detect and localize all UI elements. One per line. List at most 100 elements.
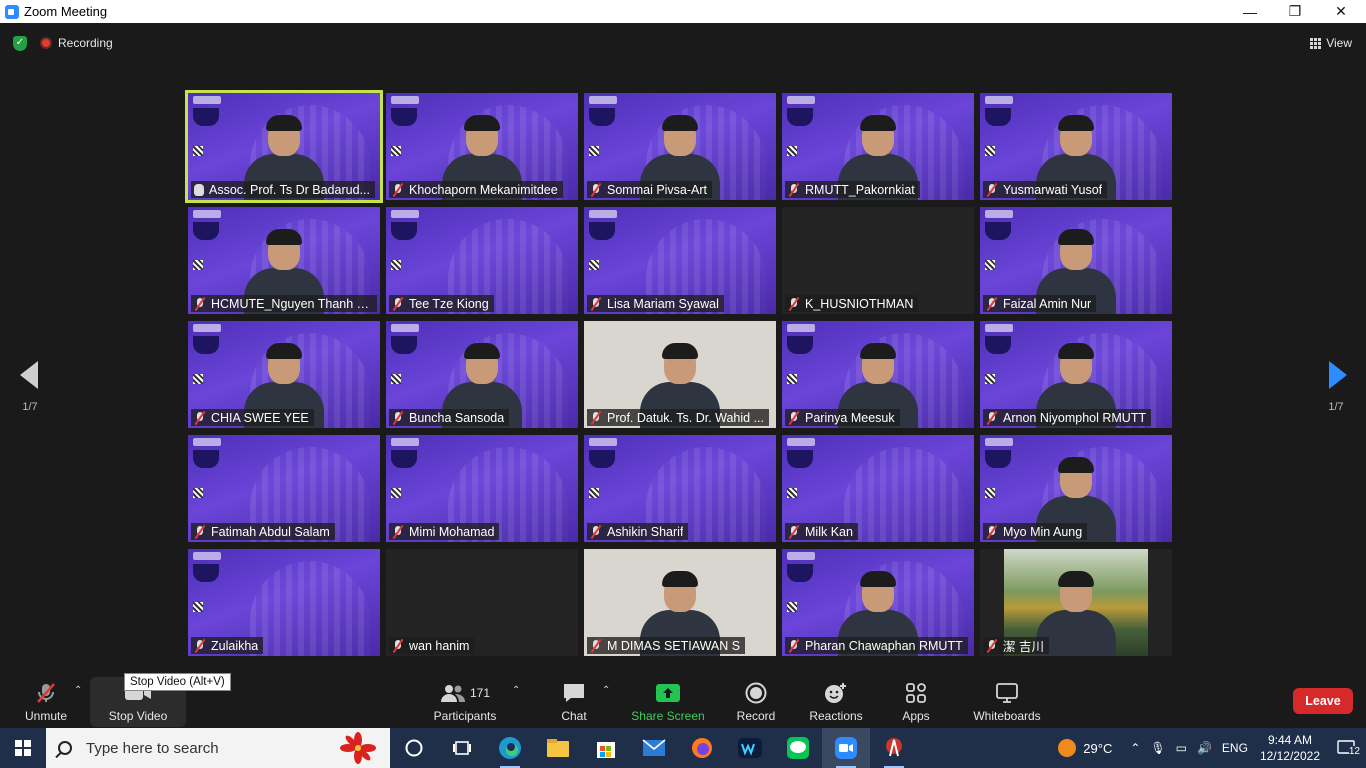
taskbar-search[interactable]: Type here to search — [46, 728, 390, 768]
video-tile[interactable]: Sommai Pivsa-Art — [584, 93, 776, 200]
record-button[interactable]: Record — [734, 681, 778, 725]
video-tile[interactable]: M DIMAS SETIAWAN S — [584, 549, 776, 656]
participant-name: Lisa Mariam Syawal — [607, 296, 719, 311]
notification-count: 12 — [1348, 746, 1360, 757]
firefox-icon[interactable] — [678, 728, 726, 768]
weather-sun-icon[interactable] — [1057, 738, 1077, 758]
leave-button[interactable]: Leave — [1293, 688, 1353, 714]
video-tile[interactable]: Arnon Niyomphol RMUTT — [980, 321, 1172, 428]
share-screen-button[interactable]: Share Screen — [630, 681, 706, 725]
notification-center-icon[interactable]: 12 — [1326, 728, 1366, 768]
video-tile[interactable]: Assoc. Prof. Ts Dr Badarud... — [185, 90, 383, 203]
microphone-muted-icon — [788, 524, 800, 539]
battery-icon[interactable]: ▭ — [1176, 741, 1187, 755]
view-button[interactable]: View — [1310, 33, 1352, 53]
poinsettia-icon — [340, 732, 376, 764]
video-tile[interactable]: Prof. Datuk. Ts. Dr. Wahid ... — [584, 321, 776, 428]
previous-page-button[interactable]: 1/7 — [10, 361, 50, 421]
video-tile[interactable]: Faizal Amin Nur — [980, 207, 1172, 314]
edge-browser-icon[interactable] — [486, 728, 534, 768]
participant-nametag: Buncha Sansoda — [389, 409, 510, 426]
unmute-button[interactable]: Unmute — [22, 681, 70, 725]
close-button[interactable]: ✕ — [1318, 0, 1364, 23]
language-indicator[interactable]: ENG — [1222, 741, 1248, 755]
clock-date: 12/12/2022 — [1259, 749, 1320, 763]
weather-temp[interactable]: 29°C — [1083, 741, 1112, 756]
webinar-poster — [193, 552, 223, 632]
title-bar: Zoom Meeting — ❐ ✕ — [0, 0, 1366, 23]
next-page-button[interactable]: 1/7 — [1316, 361, 1356, 421]
file-explorer-icon[interactable] — [534, 728, 582, 768]
maximize-button[interactable]: ❐ — [1272, 0, 1318, 23]
chat-caret-icon[interactable]: ⌃ — [602, 685, 610, 696]
video-tile[interactable]: Milk Kan — [782, 435, 974, 542]
webinar-poster — [787, 324, 817, 404]
video-tile[interactable]: 潔 吉川 — [980, 549, 1172, 656]
webinar-poster — [193, 210, 223, 290]
video-tile[interactable]: K_HUSNIOTHMAN — [782, 207, 974, 314]
clock[interactable]: 9:44 AM 12/12/2022 — [1260, 732, 1320, 764]
participant-nametag: Lisa Mariam Syawal — [587, 295, 724, 312]
video-tile[interactable]: Ashikin Sharif — [584, 435, 776, 542]
microphone-muted-icon — [392, 182, 404, 197]
microphone-muted-icon — [590, 182, 602, 197]
webinar-poster — [985, 210, 1015, 290]
participant-name: wan hanim — [409, 638, 470, 653]
security-shield-icon[interactable]: ✓ — [13, 36, 27, 51]
microsoft-store-icon[interactable] — [582, 728, 630, 768]
video-tile[interactable]: Zulaikha — [188, 549, 380, 656]
video-tile[interactable]: Buncha Sansoda — [386, 321, 578, 428]
video-tile[interactable]: Parinya Meesuk — [782, 321, 974, 428]
apps-icon — [905, 681, 927, 705]
video-tile[interactable]: Myo Min Aung — [980, 435, 1172, 542]
speaker-volume-icon[interactable]: 🔊 — [1197, 741, 1212, 755]
stop-video-tooltip: Stop Video (Alt+V) — [124, 673, 231, 691]
participant-name: Mimi Mohamad — [409, 524, 495, 539]
task-view-icon[interactable] — [438, 728, 486, 768]
video-tile[interactable]: Khochaporn Mekanimitdee — [386, 93, 578, 200]
snipping-tool-icon[interactable] — [870, 728, 918, 768]
reactions-button[interactable]: Reactions — [806, 681, 866, 725]
video-tile[interactable]: Mimi Mohamad — [386, 435, 578, 542]
microphone-muted-icon — [590, 296, 602, 311]
zoom-taskbar-icon[interactable] — [822, 728, 870, 768]
participant-name: Arnon Niyomphol RMUTT — [1003, 410, 1147, 425]
webinar-poster — [985, 324, 1015, 404]
video-tile[interactable]: RMUTT_Pakornkiat — [782, 93, 974, 200]
webex-icon[interactable] — [726, 728, 774, 768]
participant-name: Tee Tze Kiong — [409, 296, 489, 311]
video-tile[interactable]: Tee Tze Kiong — [386, 207, 578, 314]
participant-name: Assoc. Prof. Ts Dr Badarud... — [209, 182, 370, 197]
video-tile[interactable]: Pharan Chawaphan RMUTT — [782, 549, 974, 656]
whiteboard-icon — [995, 681, 1019, 705]
record-dot-icon — [40, 37, 52, 49]
audio-options-caret-icon[interactable]: ⌃ — [74, 685, 82, 696]
webinar-poster — [589, 438, 619, 518]
participant-name: M DIMAS SETIAWAN S — [607, 638, 741, 653]
meeting-area: ✓ Recording View 1/7 1/7 Assoc. Prof. Ts… — [0, 23, 1366, 675]
webinar-poster — [391, 324, 421, 404]
video-tile[interactable]: Lisa Mariam Syawal — [584, 207, 776, 314]
recording-indicator[interactable]: Recording — [40, 33, 113, 53]
whiteboards-button[interactable]: Whiteboards — [968, 681, 1046, 725]
microphone-tray-icon[interactable]: 🎙 — [1150, 741, 1165, 755]
video-tile[interactable]: HCMUTE_Nguyen Thanh T... — [188, 207, 380, 314]
start-button[interactable] — [0, 728, 46, 768]
video-tile[interactable]: wan hanim — [386, 549, 578, 656]
video-tile[interactable]: Fatimah Abdul Salam — [188, 435, 380, 542]
mail-icon[interactable] — [630, 728, 678, 768]
chat-button[interactable]: Chat — [552, 681, 596, 725]
participants-caret-icon[interactable]: ⌃ — [512, 685, 520, 696]
line-app-icon[interactable] — [774, 728, 822, 768]
cortana-icon[interactable] — [390, 728, 438, 768]
windows-taskbar: Type here to search 29°C ⌃ 🎙 ▭ 🔊 ENG 9:4… — [0, 728, 1366, 768]
participants-button[interactable]: 171 Participants — [430, 681, 500, 725]
apps-button[interactable]: Apps — [896, 681, 936, 725]
webinar-poster — [391, 438, 421, 518]
video-tile[interactable]: CHIA SWEE YEE — [188, 321, 380, 428]
minimize-button[interactable]: — — [1227, 0, 1273, 23]
participants-count: 171 — [469, 686, 491, 700]
virtual-background — [844, 447, 964, 542]
video-tile[interactable]: Yusmarwati Yusof — [980, 93, 1172, 200]
show-hidden-icons-caret-icon[interactable]: ⌃ — [1130, 741, 1140, 755]
